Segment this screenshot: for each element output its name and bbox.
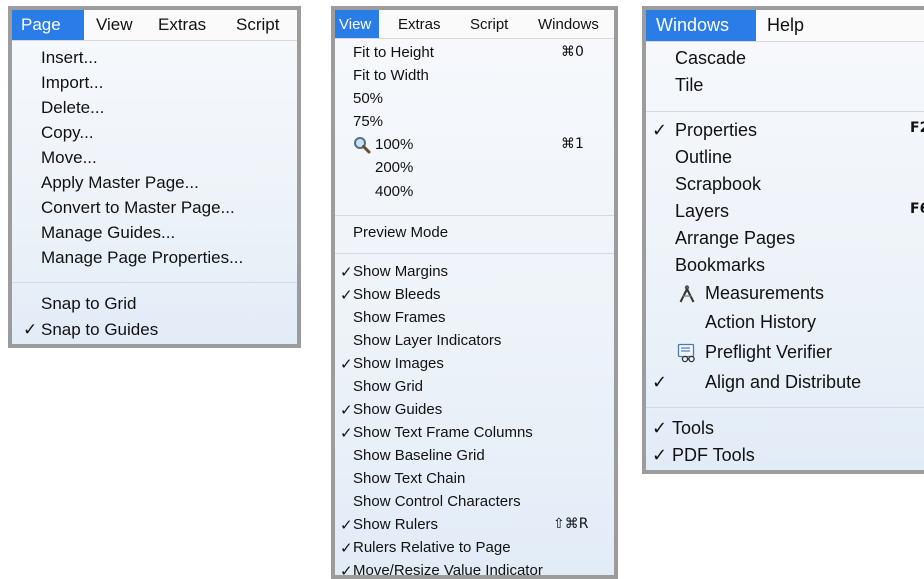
shortcut-label: ⌘1 xyxy=(561,136,584,152)
menu-extras[interactable]: Extras xyxy=(398,10,441,38)
menu-item-label: Fit to Height xyxy=(353,44,434,61)
menu-item-label: Delete... xyxy=(41,98,105,117)
menu-item-label: Measurements xyxy=(705,283,825,303)
checkmark-icon: ✓ xyxy=(652,120,668,141)
menu-item-label: Copy... xyxy=(41,123,94,142)
menu-item-label: Scrapbook xyxy=(675,174,762,194)
menu-item-label: Layers xyxy=(675,201,730,221)
checkmark-icon: ✓ xyxy=(652,445,668,466)
checkmark-icon: ✓ xyxy=(652,418,668,439)
checkmark-icon: ✓ xyxy=(340,539,353,557)
menu-item-label: Preflight Verifier xyxy=(705,342,833,362)
menu-item-label: Manage Page Properties... xyxy=(41,248,244,267)
menu-item-label: Snap to Guides xyxy=(41,320,159,339)
menu-item-label: Show Margins xyxy=(353,263,449,280)
menu-item-label: 100% xyxy=(375,136,414,153)
menu-separator xyxy=(12,282,297,283)
menu-item-label: Align and Distribute xyxy=(705,372,862,392)
menu-item-label: PDF Tools xyxy=(672,445,755,465)
menubar: Windows Help xyxy=(646,10,924,42)
menu-separator xyxy=(646,111,924,112)
checkmark-icon: ✓ xyxy=(340,355,353,373)
menu-item-label: 50% xyxy=(353,90,384,107)
menu-item-label: 400% xyxy=(375,183,414,200)
menu-item-label: Import... xyxy=(41,73,104,92)
shortcut-label: F6 xyxy=(910,201,924,217)
checkmark-icon: ✓ xyxy=(340,516,353,534)
menu-item-label: Snap to Grid xyxy=(41,294,137,313)
menu-separator xyxy=(646,407,924,408)
menu-item-label: Show Images xyxy=(353,355,444,372)
menu-item-label: 75% xyxy=(353,113,384,130)
menu-item-label: Show Text Frame Columns xyxy=(353,424,533,441)
menu-item-label: Insert... xyxy=(41,48,98,67)
shortcut-label: ⇧⌘R xyxy=(553,516,589,532)
menu-item-label: Bookmarks xyxy=(675,255,766,275)
menu-item-label: Move/Resize Value Indicator xyxy=(353,562,543,579)
menu-item-label: Manage Guides... xyxy=(41,223,176,242)
menu-item-label: Tile xyxy=(675,75,704,95)
menu-item-label: Show Text Chain xyxy=(353,470,466,487)
menu-item-label: Show Guides xyxy=(353,401,443,418)
menu-windows[interactable]: Windows xyxy=(538,10,599,38)
checkmark-icon: ✓ xyxy=(652,372,668,393)
menu-separator xyxy=(335,253,614,254)
menu-item-label: Show Baseline Grid xyxy=(353,447,485,464)
menu-windows[interactable]: Windows xyxy=(646,10,756,41)
menu-script[interactable]: Script xyxy=(470,10,508,38)
magnifier-icon xyxy=(353,136,371,158)
checkmark-icon: ✓ xyxy=(340,286,353,304)
menu-item-label: Properties xyxy=(675,120,758,140)
checkmark-icon: ✓ xyxy=(340,401,353,419)
checkmark-icon: ✓ xyxy=(340,562,353,579)
menu-item-label: Show Layer Indicators xyxy=(353,332,502,349)
menu-item-label: Rulers Relative to Page xyxy=(353,539,511,556)
menu-item-label: Tools xyxy=(672,418,715,438)
view-menu-panel: View Extras Script Windows Fit to Height… xyxy=(331,6,618,579)
menu-item-label: Convert to Master Page... xyxy=(41,198,235,217)
menu-extras[interactable]: Extras xyxy=(158,10,206,40)
menu-item-label: Move... xyxy=(41,148,97,167)
menu-script[interactable]: Script xyxy=(236,10,279,40)
menu-view[interactable]: View xyxy=(96,10,133,40)
menubar: View Extras Script Windows xyxy=(335,10,614,39)
shortcut-label: F2 xyxy=(910,120,924,136)
menu-item-label: Preview Mode xyxy=(353,224,449,241)
menu-item-label: Outline xyxy=(675,147,733,167)
menu-help[interactable]: Help xyxy=(767,10,804,41)
compass-icon xyxy=(677,284,697,309)
menubar: Page View Extras Script xyxy=(12,10,297,41)
menu-view[interactable]: View xyxy=(335,10,379,38)
menu-item-label: Action History xyxy=(705,312,817,332)
menu-item-label: Show Grid xyxy=(353,378,424,395)
page-menu-panel: Page View Extras Script Insert... Import… xyxy=(8,6,301,348)
menu-item-label: Arrange Pages xyxy=(675,228,796,248)
preflight-icon xyxy=(677,343,697,368)
menu-page[interactable]: Page xyxy=(12,10,84,40)
checkmark-icon: ✓ xyxy=(23,320,38,340)
menu-item-label: Apply Master Page... xyxy=(41,173,199,192)
menu-item-label: Cascade xyxy=(675,48,747,68)
checkmark-icon: ✓ xyxy=(340,263,353,281)
menu-item-label: Show Frames xyxy=(353,309,446,326)
menu-item-label: Show Bleeds xyxy=(353,286,441,303)
menu-separator xyxy=(335,215,614,216)
menu-item-label: 200% xyxy=(375,159,414,176)
menu-item-label: Show Rulers xyxy=(353,516,439,533)
windows-menu-panel: Windows Help Cascade Tile ✓PropertiesF2 … xyxy=(642,6,924,474)
checkmark-icon: ✓ xyxy=(340,424,353,442)
shortcut-label: ⌘0 xyxy=(561,44,584,60)
menu-item-label: Show Control Characters xyxy=(353,493,521,510)
menu-item-label: Fit to Width xyxy=(353,67,429,84)
